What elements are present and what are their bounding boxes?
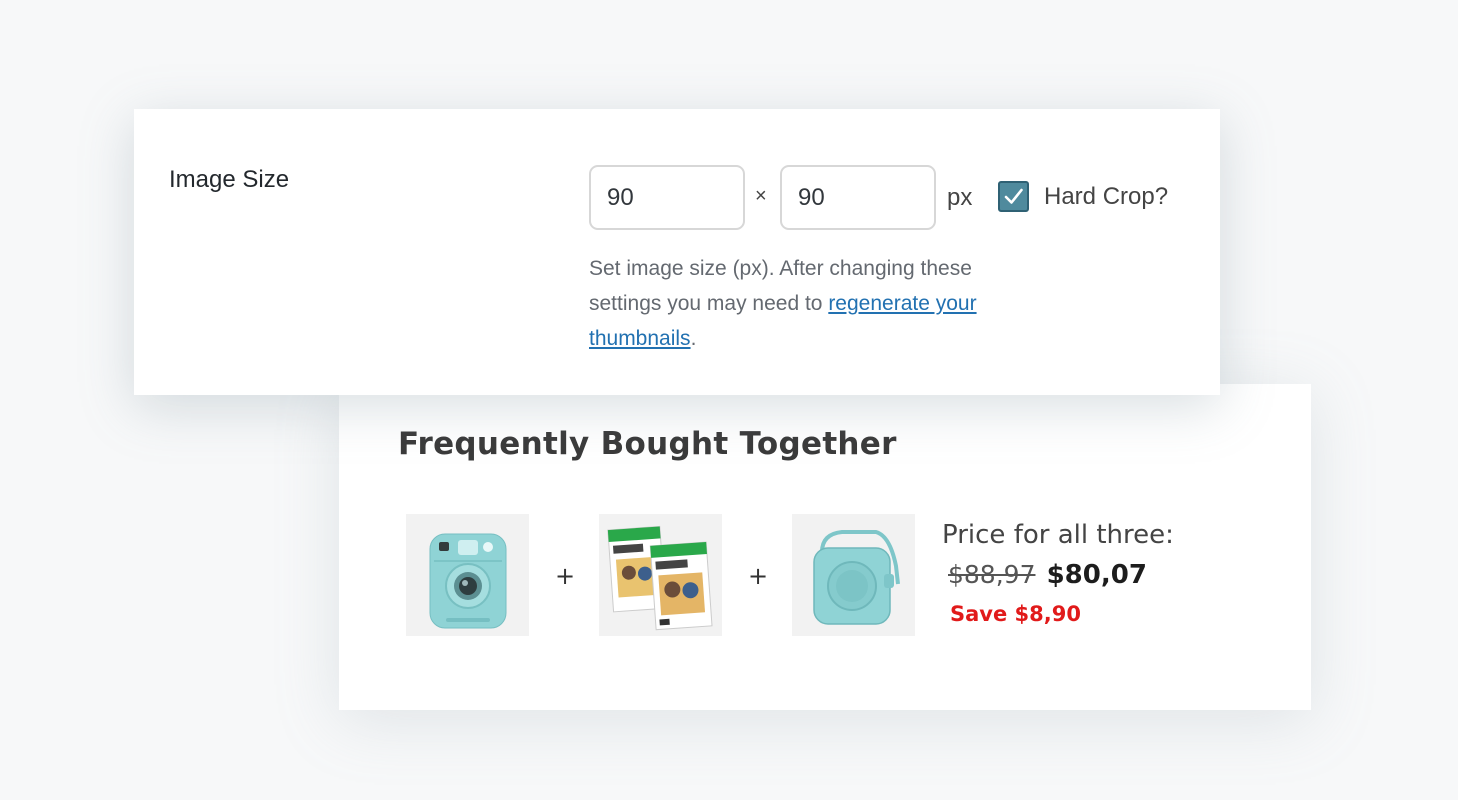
- product-thumbnail-film[interactable]: [599, 514, 722, 636]
- image-width-input[interactable]: [589, 165, 745, 230]
- checkmark-icon: [1004, 188, 1023, 204]
- image-size-label: Image Size: [169, 166, 290, 193]
- old-price: $88,97: [948, 560, 1036, 589]
- price-row: $88,97 $80,07: [948, 557, 1262, 596]
- camera-case-icon: [813, 530, 900, 625]
- plus-sign: +: [555, 562, 576, 590]
- unit-label: px: [947, 184, 973, 211]
- frequently-bought-together-card: Frequently Bought Together + + Price for…: [339, 384, 1311, 710]
- hard-crop-checkbox[interactable]: [998, 181, 1029, 212]
- image-size-help-text: Set image size (px). After changing thes…: [589, 251, 1019, 356]
- help-text-after: .: [690, 327, 697, 350]
- hard-crop-label[interactable]: Hard Crop?: [1044, 183, 1168, 211]
- image-height-input[interactable]: [780, 165, 936, 230]
- bundle-price: Price for all three: $88,97 $80,07 Save …: [942, 516, 1262, 626]
- image-size-settings-card: Image Size × px Hard Crop? Set image siz…: [134, 109, 1220, 395]
- instant-camera-icon: [429, 533, 507, 629]
- price-label: Price for all three:: [942, 520, 1174, 550]
- product-thumbnail-case[interactable]: [792, 514, 915, 636]
- new-price: $80,07: [1046, 560, 1147, 590]
- fbt-title: Frequently Bought Together: [398, 426, 897, 462]
- dimension-separator: ×: [755, 185, 767, 207]
- instant-film-pack-icon: [607, 525, 713, 631]
- savings-text: Save $8,90: [950, 602, 1081, 626]
- product-thumbnail-camera[interactable]: [406, 514, 529, 636]
- plus-sign: +: [748, 562, 769, 590]
